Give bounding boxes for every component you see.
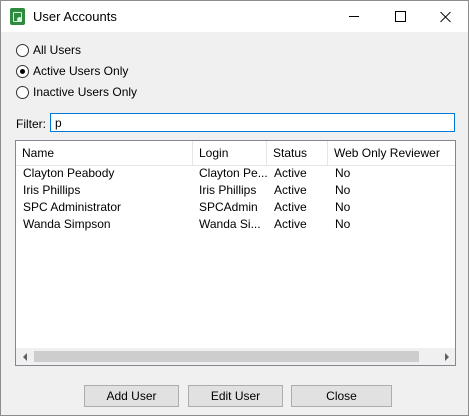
chevron-right-icon <box>444 352 449 361</box>
filter-label: Filter: <box>16 117 46 131</box>
user-accounts-window: User Accounts All Users Active Users Onl… <box>0 0 469 416</box>
cell-login: Iris Phillips <box>199 183 257 197</box>
cell-web-only-reviewer: No <box>335 217 351 231</box>
column-header-login[interactable]: Login <box>193 141 267 165</box>
filter-input[interactable] <box>50 113 455 132</box>
cell-login: SPCAdmin <box>199 200 258 214</box>
close-icon <box>440 11 451 22</box>
minimize-button[interactable] <box>331 1 377 32</box>
maximize-button[interactable] <box>377 1 423 32</box>
radio-button-inactive-users-only[interactable] <box>16 85 29 99</box>
add-user-button[interactable]: Add User <box>84 385 179 407</box>
cell-login: Wanda Si... <box>199 217 261 231</box>
user-accounts-app-icon <box>10 8 25 25</box>
radio-inactive-users-only[interactable]: Inactive Users Only <box>16 84 137 100</box>
cell-web-only-reviewer: No <box>335 200 351 214</box>
cell-name: Clayton Peabody <box>23 166 115 180</box>
cell-status: Active <box>274 166 307 180</box>
scrollbar-thumb[interactable] <box>34 351 419 362</box>
radio-label-all-users: All Users <box>33 43 82 57</box>
table-row[interactable]: Wanda Simpson Wanda Si... Active No <box>16 216 455 233</box>
list-header: Name Login Status Web Only Reviewer <box>16 141 455 166</box>
column-header-web-only-reviewer[interactable]: Web Only Reviewer <box>328 141 455 165</box>
window-title: User Accounts <box>33 9 117 24</box>
radio-button-active-users-only[interactable] <box>16 64 29 78</box>
minimize-icon <box>349 16 359 17</box>
edit-user-button[interactable]: Edit User <box>188 385 283 407</box>
horizontal-scrollbar[interactable] <box>16 348 455 365</box>
cell-web-only-reviewer: No <box>335 166 351 180</box>
cell-name: Wanda Simpson <box>23 217 111 231</box>
column-header-status[interactable]: Status <box>267 141 328 165</box>
radio-label-active-users-only: Active Users Only <box>33 64 129 78</box>
cell-status: Active <box>274 183 307 197</box>
radio-active-users-only[interactable]: Active Users Only <box>16 63 128 79</box>
radio-label-inactive-users-only: Inactive Users Only <box>33 85 138 99</box>
table-row[interactable]: Iris Phillips Iris Phillips Active No <box>16 182 455 199</box>
scroll-right-button[interactable] <box>438 348 455 365</box>
column-header-name[interactable]: Name <box>16 141 193 165</box>
table-row[interactable]: SPC Administrator SPCAdmin Active No <box>16 199 455 216</box>
cell-login: Clayton Pe... <box>199 166 267 180</box>
cell-status: Active <box>274 217 307 231</box>
cell-name: SPC Administrator <box>23 200 122 214</box>
close-button[interactable]: Close <box>291 385 392 407</box>
scroll-left-button[interactable] <box>16 348 33 365</box>
cell-status: Active <box>274 200 307 214</box>
title-bar[interactable]: User Accounts <box>1 1 468 32</box>
radio-all-users[interactable]: All Users <box>16 42 81 58</box>
cell-name: Iris Phillips <box>23 183 81 197</box>
radio-button-all-users[interactable] <box>16 43 29 57</box>
table-row[interactable]: Clayton Peabody Clayton Pe... Active No <box>16 165 455 182</box>
chevron-left-icon <box>22 352 27 361</box>
user-list[interactable]: Name Login Status Web Only Reviewer Clay… <box>15 140 456 366</box>
close-window-button[interactable] <box>422 1 468 32</box>
maximize-icon <box>394 11 406 22</box>
cell-web-only-reviewer: No <box>335 183 351 197</box>
